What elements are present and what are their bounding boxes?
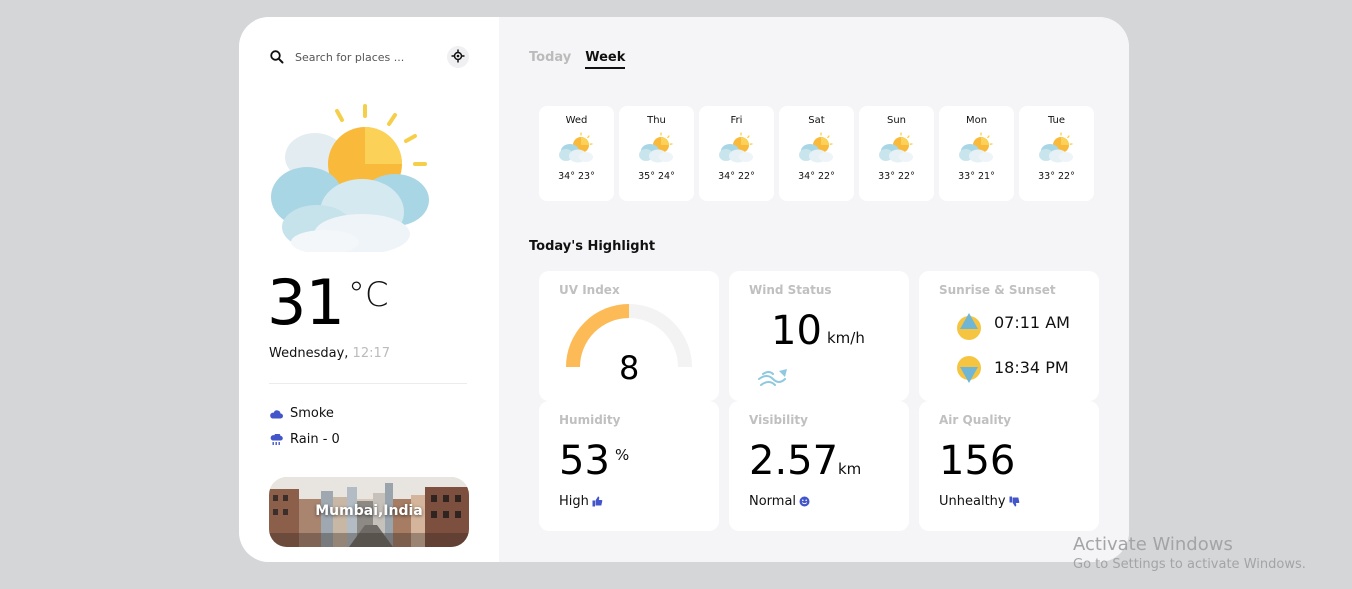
forecast-day-card[interactable]: Sun 33° 22°: [859, 106, 934, 201]
forecast-day-card[interactable]: Wed 34° 23°: [539, 106, 614, 201]
wind-value: 10: [771, 308, 822, 354]
thumbs-up-icon: [592, 496, 603, 507]
cloud-sun-icon: [636, 131, 678, 165]
day-temps: 34° 22°: [718, 171, 755, 182]
condition-item: Smoke: [269, 406, 334, 421]
condition-label: Smoke: [290, 406, 334, 421]
day-name: Sun: [886, 115, 907, 126]
divider: [269, 383, 467, 384]
location-button[interactable]: [447, 46, 469, 68]
day-temps: 34° 22°: [798, 171, 835, 182]
day-name: Tue: [1047, 115, 1066, 126]
air-quality-value: 156: [939, 438, 1016, 484]
watermark-title: Activate Windows: [1073, 534, 1233, 555]
status-label: Normal: [749, 494, 797, 509]
air-quality-card: Air Quality 156 Unhealthy: [919, 401, 1099, 531]
cloud-sun-icon: [876, 131, 918, 165]
temperature-unit: °C: [347, 275, 389, 315]
card-title: Sunrise & Sunset: [939, 283, 1056, 297]
sunset-icon: [955, 355, 983, 389]
search-icon[interactable]: [269, 49, 285, 65]
day-temps: 34° 23°: [558, 171, 595, 182]
sunrise-icon: [955, 311, 983, 345]
card-title: Humidity: [559, 413, 621, 427]
view-tabs: Today Week: [529, 50, 626, 69]
tab-week[interactable]: Week: [585, 50, 626, 69]
week-forecast: Wed 34° 23° Thu 35° 24° Fri 34° 22° Sat …: [539, 106, 1094, 201]
forecast-day-card[interactable]: Thu 35° 24°: [619, 106, 694, 201]
activate-windows-watermark: Activate Windows Go to Settings to activ…: [1073, 534, 1306, 572]
forecast-day-card[interactable]: Mon 33° 21°: [939, 106, 1014, 201]
visibility-value: 2.57: [749, 438, 839, 484]
card-title: Air Quality: [939, 413, 1012, 427]
day-name: Mon: [965, 115, 988, 126]
cloud-sun-icon: [1036, 131, 1078, 165]
humidity-unit: %: [615, 446, 630, 464]
city-card[interactable]: Mumbai,India: [269, 477, 469, 547]
card-title: Visibility: [749, 413, 808, 427]
thumbs-down-icon: [1009, 496, 1020, 507]
sunrise-time: 07:11 AM: [994, 313, 1070, 332]
humidity-card: Humidity 53 % High: [539, 401, 719, 531]
city-name: Mumbai,India: [315, 503, 423, 519]
humidity-value: 53: [559, 438, 610, 484]
search-bar: [269, 46, 479, 68]
wind-icon: [757, 367, 791, 397]
day-temps: 35° 24°: [638, 171, 675, 182]
smiley-icon: [799, 496, 810, 507]
card-title: Wind Status: [749, 283, 832, 297]
day-temps: 33° 22°: [1038, 171, 1075, 182]
current-time: 12:17: [352, 346, 391, 361]
uv-index-card: UV Index 8: [539, 271, 719, 401]
condition-item: Rain - 0: [269, 432, 340, 447]
day-name: Thu: [647, 115, 666, 126]
humidity-status: High: [559, 494, 603, 509]
forecast-day-card[interactable]: Fri 34° 22°: [699, 106, 774, 201]
date-time: Wednesday, 12:17: [269, 346, 390, 361]
visibility-unit: km: [838, 460, 862, 478]
sunrise-sunset-card: Sunrise & Sunset 07:11 AM 18:34 PM: [919, 271, 1099, 401]
current-temperature: 31 °C: [267, 267, 389, 339]
weather-app: 31 °C Wednesday, 12:17 Smoke Rain - 0: [239, 17, 1129, 562]
forecast-panel: Today Week °C °F Wed 34° 23°: [499, 17, 1129, 562]
wind-status-card: Wind Status 10 km/h: [729, 271, 909, 401]
wind-unit: km/h: [827, 329, 865, 347]
visibility-status: Normal: [749, 494, 810, 509]
search-input[interactable]: [295, 50, 445, 64]
forecast-day-card[interactable]: Sat 34° 22°: [779, 106, 854, 201]
cloud-sun-icon: [796, 131, 838, 165]
current-weather-panel: 31 °C Wednesday, 12:17 Smoke Rain - 0: [239, 17, 499, 562]
tab-today[interactable]: Today: [529, 50, 571, 69]
weather-hero-icon: [267, 102, 432, 254]
sunset-time: 18:34 PM: [994, 358, 1069, 377]
highlights-title: Today's Highlight: [529, 239, 656, 254]
day-name: Fri: [730, 115, 743, 126]
forecast-day-card[interactable]: Tue 33° 22°: [1019, 106, 1094, 201]
temperature-value: 31: [267, 266, 345, 339]
air-quality-status: Unhealthy: [939, 494, 1020, 509]
uv-value: 8: [619, 349, 640, 387]
crosshair-icon: [451, 48, 465, 67]
watermark-subtitle: Go to Settings to activate Windows.: [1073, 557, 1306, 572]
visibility-card: Visibility 2.57 km Normal: [729, 401, 909, 531]
day-temps: 33° 22°: [878, 171, 915, 182]
weekday: Wednesday,: [269, 346, 349, 361]
day-temps: 33° 21°: [958, 171, 995, 182]
condition-label: Rain - 0: [290, 432, 340, 447]
day-name: Wed: [565, 115, 588, 126]
status-label: High: [559, 494, 589, 509]
cloud-icon: [269, 409, 283, 419]
cloud-sun-icon: [716, 131, 758, 165]
rain-cloud-icon: [269, 433, 283, 446]
day-name: Sat: [808, 115, 825, 126]
cloud-sun-icon: [556, 131, 598, 165]
status-label: Unhealthy: [939, 494, 1006, 509]
card-title: UV Index: [559, 283, 620, 297]
cloud-sun-icon: [956, 131, 998, 165]
